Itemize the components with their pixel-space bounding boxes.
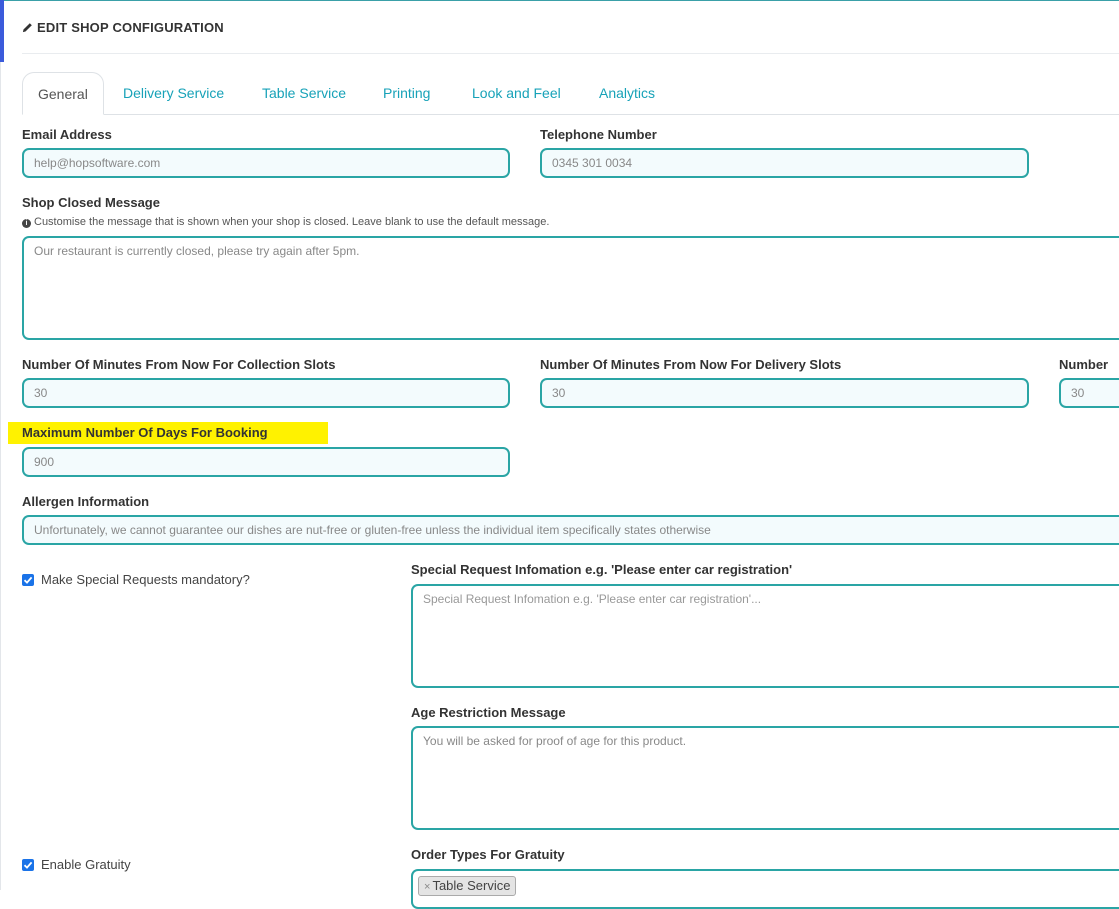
max-days-label: Maximum Number Of Days For Booking <box>22 425 268 440</box>
email-label: Email Address <box>22 127 112 142</box>
tab-delivery-service[interactable]: Delivery Service <box>108 72 239 114</box>
tab-table-service[interactable]: Table Service <box>247 72 361 114</box>
third-minutes-label: Number <box>1059 357 1109 372</box>
max-days-field[interactable]: 900 <box>22 447 510 477</box>
telephone-label: Telephone Number <box>540 127 657 142</box>
closed-message-label: Shop Closed Message <box>22 195 160 210</box>
special-mandatory-checkbox[interactable] <box>22 574 34 586</box>
third-minutes-field[interactable]: 30 <box>1059 378 1119 408</box>
special-mandatory-row[interactable]: Make Special Requests mandatory? <box>22 572 250 587</box>
age-restriction-label: Age Restriction Message <box>411 705 566 720</box>
allergen-label: Allergen Information <box>22 494 150 509</box>
email-field[interactable]: help@hopsoftware.com <box>22 148 510 178</box>
left-border <box>0 62 1 890</box>
info-icon: i <box>22 219 31 228</box>
gratuity-row[interactable]: Enable Gratuity <box>22 857 131 872</box>
gratuity-types-label: Order Types For Gratuity <box>411 847 565 862</box>
top-border <box>4 0 1119 1</box>
page-title: EDIT SHOP CONFIGURATION <box>22 20 224 35</box>
tab-look-and-feel[interactable]: Look and Feel <box>457 72 576 114</box>
tab-general[interactable]: General <box>22 72 104 115</box>
remove-tag-icon[interactable]: × <box>424 881 430 893</box>
tab-printing[interactable]: Printing <box>368 72 445 114</box>
tab-bar: General Delivery Service Table Service P… <box>22 72 1119 115</box>
special-info-textarea[interactable]: Special Request Infomation e.g. 'Please … <box>411 584 1119 688</box>
tab-analytics[interactable]: Analytics <box>584 72 670 114</box>
collection-minutes-field[interactable]: 30 <box>22 378 510 408</box>
delivery-minutes-label: Number Of Minutes From Now For Delivery … <box>540 357 842 372</box>
special-info-label: Special Request Infomation e.g. 'Please … <box>411 562 793 577</box>
allergen-field[interactable]: Unfortunately, we cannot guarantee our d… <box>22 515 1119 545</box>
pencil-icon <box>22 20 37 35</box>
telephone-field[interactable]: 0345 301 0034 <box>540 148 1029 178</box>
gratuity-types-select[interactable] <box>411 869 1119 909</box>
gratuity-tag[interactable]: × Table Service <box>418 876 517 896</box>
closed-message-textarea[interactable]: Our restaurant is currently closed, plea… <box>22 236 1119 340</box>
closed-message-help: i Customise the message that is shown whe… <box>22 216 549 228</box>
age-restriction-textarea[interactable]: You will be asked for proof of age for t… <box>411 726 1119 830</box>
gratuity-checkbox[interactable] <box>22 859 34 871</box>
header-divider <box>22 53 1119 54</box>
left-accent-bar <box>0 0 4 62</box>
collection-minutes-label: Number Of Minutes From Now For Collectio… <box>22 357 336 372</box>
delivery-minutes-field[interactable]: 30 <box>540 378 1029 408</box>
